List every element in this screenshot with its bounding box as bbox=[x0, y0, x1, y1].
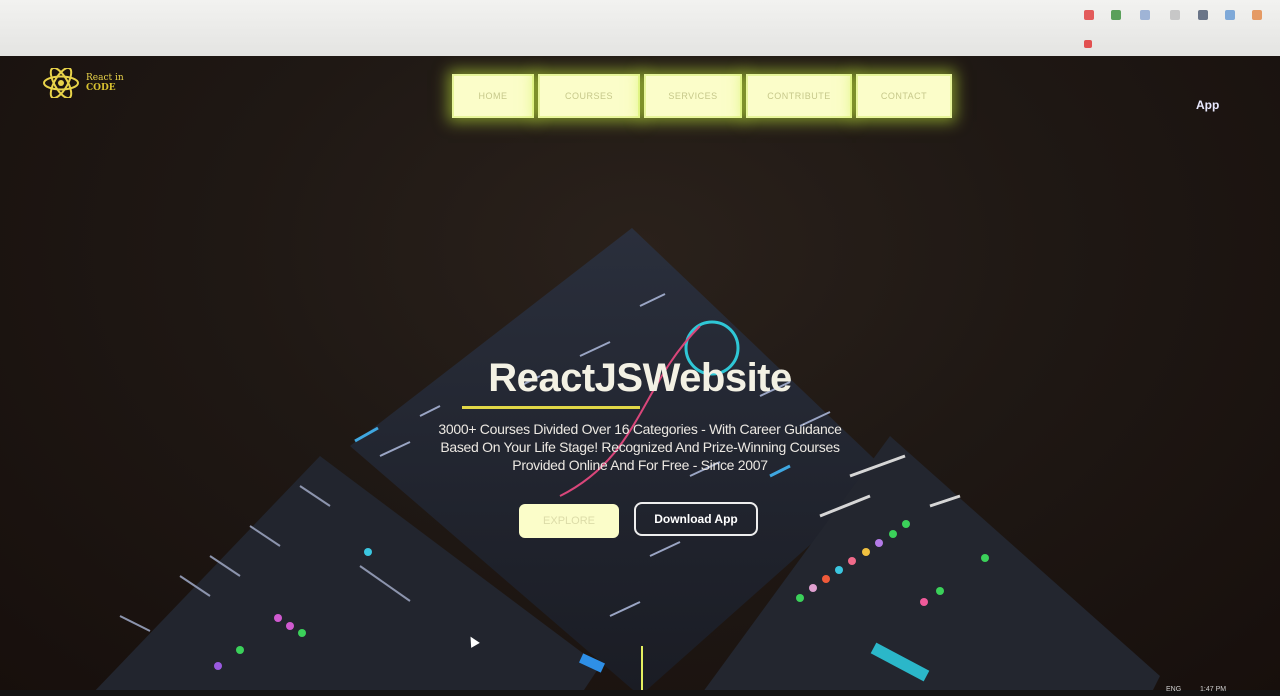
explore-button[interactable]: EXPLORE bbox=[519, 504, 619, 538]
logo-line-2: CODE bbox=[86, 83, 116, 93]
site-logo[interactable]: React in CODE bbox=[42, 68, 124, 98]
download-app-button[interactable]: Download App bbox=[634, 502, 758, 536]
react-atom-icon bbox=[43, 68, 79, 98]
nav-home-button[interactable]: HOME bbox=[452, 74, 534, 118]
hero-title: ReactJSWebsite bbox=[488, 356, 792, 400]
tray-clock[interactable]: 1:47 PM bbox=[1200, 686, 1226, 693]
arrow-extension-icon[interactable] bbox=[1140, 10, 1150, 20]
grey-extension-icon[interactable] bbox=[1170, 10, 1180, 20]
tray-language[interactable]: ENG bbox=[1166, 686, 1181, 693]
blue-extension-icon[interactable] bbox=[1225, 10, 1235, 20]
pdf-extension-icon[interactable] bbox=[1084, 10, 1094, 20]
nav-courses-button[interactable]: COURSES bbox=[538, 74, 640, 118]
main-nav: HOME COURSES SERVICES CONTRIBUTE CONTACT bbox=[452, 74, 952, 118]
nav-services-button[interactable]: SERVICES bbox=[644, 74, 742, 118]
dark-extension-icon[interactable] bbox=[1198, 10, 1208, 20]
nav-contact-button[interactable]: CONTACT bbox=[856, 74, 952, 118]
logo-text: React in CODE bbox=[86, 73, 124, 93]
sheet-extension-icon[interactable] bbox=[1111, 10, 1121, 20]
hero-subtitle: 3000+ Courses Divided Over 16 Categories… bbox=[438, 421, 842, 473]
screen: React in CODE HOME COURSES SERVICES CONT… bbox=[0, 0, 1280, 696]
logo-line-1: React in bbox=[86, 73, 124, 83]
os-taskbar bbox=[0, 690, 1280, 696]
title-underline bbox=[462, 406, 640, 409]
red-bookmark-icon[interactable] bbox=[1084, 40, 1092, 48]
browser-toolbar bbox=[0, 0, 1280, 57]
web-page: React in CODE HOME COURSES SERVICES CONT… bbox=[0, 56, 1280, 696]
nav-contribute-button[interactable]: CONTRIBUTE bbox=[746, 74, 852, 118]
app-link[interactable]: App bbox=[1196, 98, 1219, 112]
orange-extension-icon[interactable] bbox=[1252, 10, 1262, 20]
